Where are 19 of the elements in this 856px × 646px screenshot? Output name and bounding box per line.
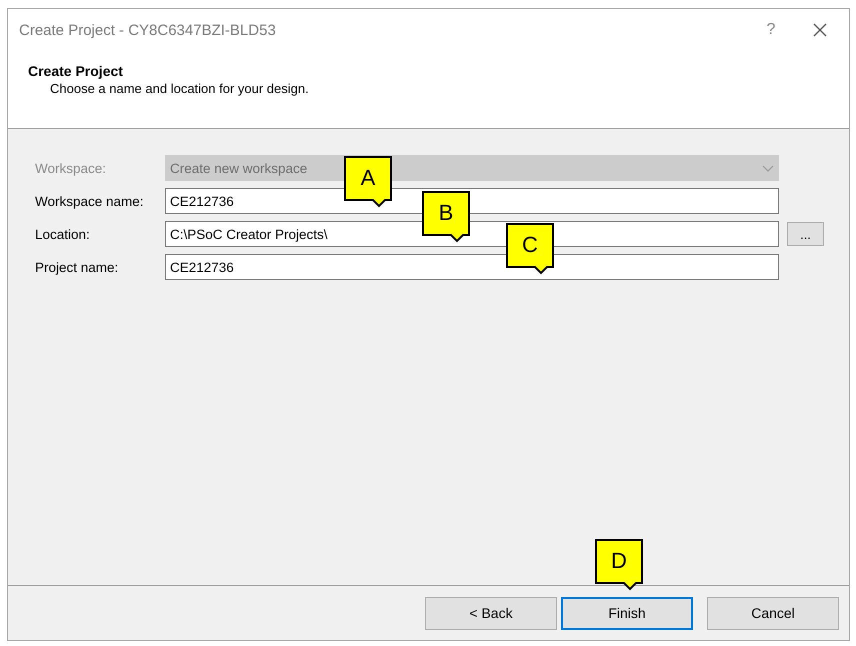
- input-field[interactable]: CE212736: [165, 254, 779, 280]
- callout-label: B: [422, 191, 470, 243]
- window-title: Create Project - CY8C6347BZI-BLD53: [19, 22, 277, 38]
- field-label: Workspace:: [35, 160, 108, 176]
- callout-label: A: [344, 156, 392, 208]
- field-label: Workspace name:: [35, 194, 145, 208]
- page-title: Create Project: [28, 63, 124, 79]
- help-button[interactable]: ?: [751, 21, 791, 39]
- dialog-button[interactable]: Finish: [561, 596, 693, 630]
- callout-label: C: [506, 223, 554, 275]
- browse-button[interactable]: ...: [787, 222, 824, 246]
- field-label: Location:: [35, 226, 91, 242]
- field-label: Project name:: [35, 260, 120, 274]
- dialog-button[interactable]: < Back: [425, 596, 557, 630]
- dialog-button[interactable]: Cancel: [707, 596, 839, 630]
- chevron-down-icon: [762, 164, 774, 172]
- page-description: Choose a name and location for your design.: [49, 81, 310, 96]
- close-icon[interactable]: [813, 23, 827, 37]
- callout-label: D: [595, 539, 643, 591]
